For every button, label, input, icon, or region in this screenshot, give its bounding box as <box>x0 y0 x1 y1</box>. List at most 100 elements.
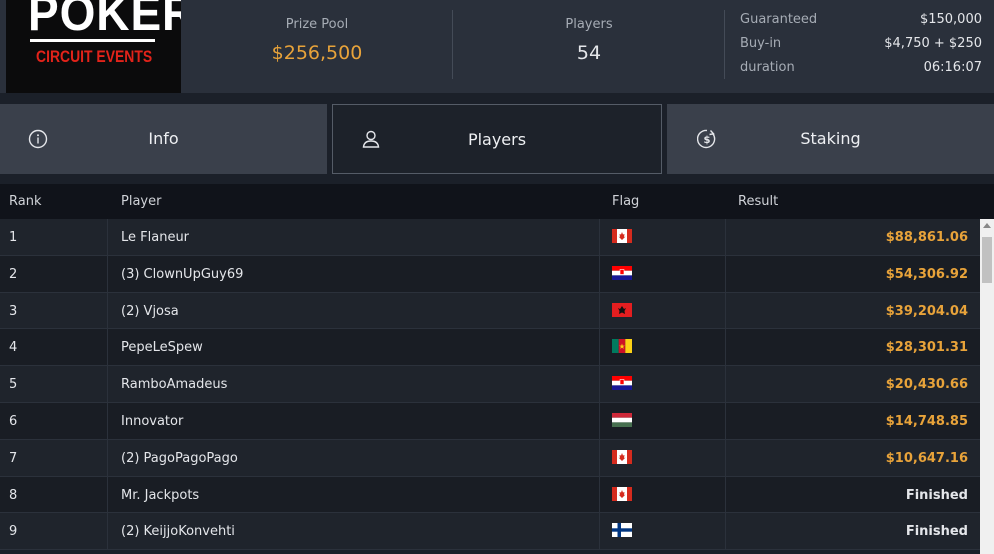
croatia-flag-icon <box>612 376 632 391</box>
table-row[interactable]: 6 Innovator $14,748.85 <box>0 402 980 440</box>
logo-text-sub: CIRCUIT EVENTS <box>36 47 153 66</box>
meta-value: $150,000 <box>919 12 982 27</box>
players-table-body: 1 Le Flaneur $88,861.06 2 (3) ClownUpGuy69 $5… <box>0 219 980 551</box>
table-row[interactable]: 2 (3) ClownUpGuy69 $54,306.92 <box>0 255 980 293</box>
cell-result: $54,306.92 <box>885 266 968 282</box>
finland-flag-icon <box>612 523 632 538</box>
header-divider <box>724 10 725 79</box>
cell-player-name[interactable]: Le Flaneur <box>121 230 189 245</box>
column-divider <box>599 292 600 329</box>
column-divider <box>107 476 108 513</box>
meta-key: Guaranteed <box>740 12 818 27</box>
players-label: Players <box>565 17 613 32</box>
column-header-player[interactable]: Player <box>121 194 161 209</box>
cell-rank: 3 <box>9 303 18 319</box>
tournament-header: POKER CIRCUIT EVENTS Prize Pool $256,500… <box>0 0 994 93</box>
meta-key: duration <box>740 60 795 75</box>
table-row[interactable]: 4 PepeLeSpew $28,301.31 <box>0 329 980 367</box>
column-divider <box>725 329 726 366</box>
table-row[interactable]: 8 Mr. Jackpots Finished <box>0 476 980 514</box>
column-divider <box>599 439 600 476</box>
tab-staking-label: Staking <box>800 129 861 148</box>
prize-pool-value: $256,500 <box>271 42 363 64</box>
cell-rank: 5 <box>9 377 18 393</box>
column-divider <box>107 513 108 550</box>
cell-rank: 4 <box>9 340 18 356</box>
column-divider <box>599 513 600 550</box>
cell-player-name[interactable]: (2) PagoPagoPago <box>121 451 238 466</box>
cell-result: $10,647.16 <box>885 450 968 466</box>
column-divider <box>107 255 108 292</box>
table-row[interactable]: 7 (2) PagoPagoPago $10,647.16 <box>0 439 980 477</box>
column-divider <box>599 476 600 513</box>
cell-rank: 7 <box>9 450 18 466</box>
tab-players-label: Players <box>467 130 527 149</box>
column-header-flag[interactable]: Flag <box>612 194 639 209</box>
cell-player-name[interactable]: Mr. Jackpots <box>121 488 199 503</box>
cell-result: $88,861.06 <box>885 230 968 245</box>
tab-players[interactable]: Players <box>332 104 662 174</box>
cell-result: $20,430.66 <box>885 377 968 393</box>
cell-player-name[interactable]: PepeLeSpew <box>121 340 203 355</box>
tournament-meta: Guaranteed $150,000 Buy-in $4,750 + $250… <box>740 12 982 84</box>
prize-pool-label: Prize Pool <box>285 17 349 32</box>
meta-value: $4,750 + $250 <box>884 36 982 51</box>
players-stat: Players 54 <box>454 0 724 93</box>
cell-result: $14,748.85 <box>885 413 968 429</box>
cell-rank: 8 <box>9 487 18 503</box>
column-divider <box>725 292 726 329</box>
column-divider <box>725 476 726 513</box>
table-row[interactable]: 5 RamboAmadeus $20,430.66 <box>0 366 980 403</box>
column-divider <box>725 219 726 255</box>
cell-player-name[interactable]: Innovator <box>121 414 183 429</box>
cell-player-name[interactable]: (2) Vjosa <box>121 304 179 319</box>
table-scrollbar[interactable] <box>980 219 994 554</box>
hungary-flag-icon <box>612 412 632 427</box>
header-divider <box>452 10 453 79</box>
albania-flag-icon <box>612 302 632 317</box>
tab-info-label: Info <box>148 129 179 148</box>
scroll-up-arrow-icon[interactable] <box>983 223 991 228</box>
cell-player-name[interactable]: (3) ClownUpGuy69 <box>121 267 243 282</box>
table-row[interactable]: 3 (2) Vjosa $39,204.04 <box>0 292 980 330</box>
logo-text-main: POKER <box>28 0 181 41</box>
tab-bar: Info Players $ Staking <box>0 104 994 174</box>
cell-result: Finished <box>905 524 968 540</box>
column-divider <box>725 402 726 439</box>
meta-key: Buy-in <box>740 36 782 51</box>
players-value: 54 <box>576 42 602 64</box>
croatia-flag-icon <box>612 265 632 280</box>
cell-player-name[interactable]: RamboAmadeus <box>121 377 227 392</box>
players-table-header: Rank Player Flag Result <box>0 184 994 219</box>
canada-flag-icon <box>612 449 632 464</box>
canada-flag-icon <box>612 229 632 243</box>
cameroon-flag-icon <box>612 339 632 354</box>
column-divider <box>599 366 600 402</box>
cell-rank: 9 <box>9 524 18 540</box>
meta-guaranteed: Guaranteed $150,000 <box>740 12 982 36</box>
column-divider <box>725 513 726 550</box>
column-divider <box>599 219 600 255</box>
cell-player-name[interactable]: (2) KeijjoKonvehti <box>121 524 235 539</box>
column-header-result[interactable]: Result <box>738 194 778 209</box>
column-header-rank[interactable]: Rank <box>9 194 41 209</box>
poker-circuit-logo: POKER CIRCUIT EVENTS <box>6 0 181 93</box>
cell-rank: 2 <box>9 266 18 282</box>
canada-flag-icon <box>612 486 632 501</box>
table-row[interactable]: 9 (2) KeijjoKonvehti Finished <box>0 513 980 551</box>
logo-underline <box>30 39 155 42</box>
column-divider <box>725 439 726 476</box>
cell-result: Finished <box>905 487 968 503</box>
column-divider <box>599 329 600 366</box>
column-divider <box>107 366 108 402</box>
tab-staking[interactable]: $ Staking <box>667 104 994 174</box>
column-divider <box>725 366 726 402</box>
cell-rank: 1 <box>9 230 18 245</box>
prize-pool-stat: Prize Pool $256,500 <box>181 0 453 93</box>
tab-info[interactable]: Info <box>0 104 327 174</box>
table-row[interactable]: 1 Le Flaneur $88,861.06 <box>0 219 980 256</box>
column-divider <box>107 219 108 255</box>
meta-value: 06:16:07 <box>923 60 982 75</box>
cell-rank: 6 <box>9 413 18 429</box>
scrollbar-thumb[interactable] <box>982 237 992 283</box>
